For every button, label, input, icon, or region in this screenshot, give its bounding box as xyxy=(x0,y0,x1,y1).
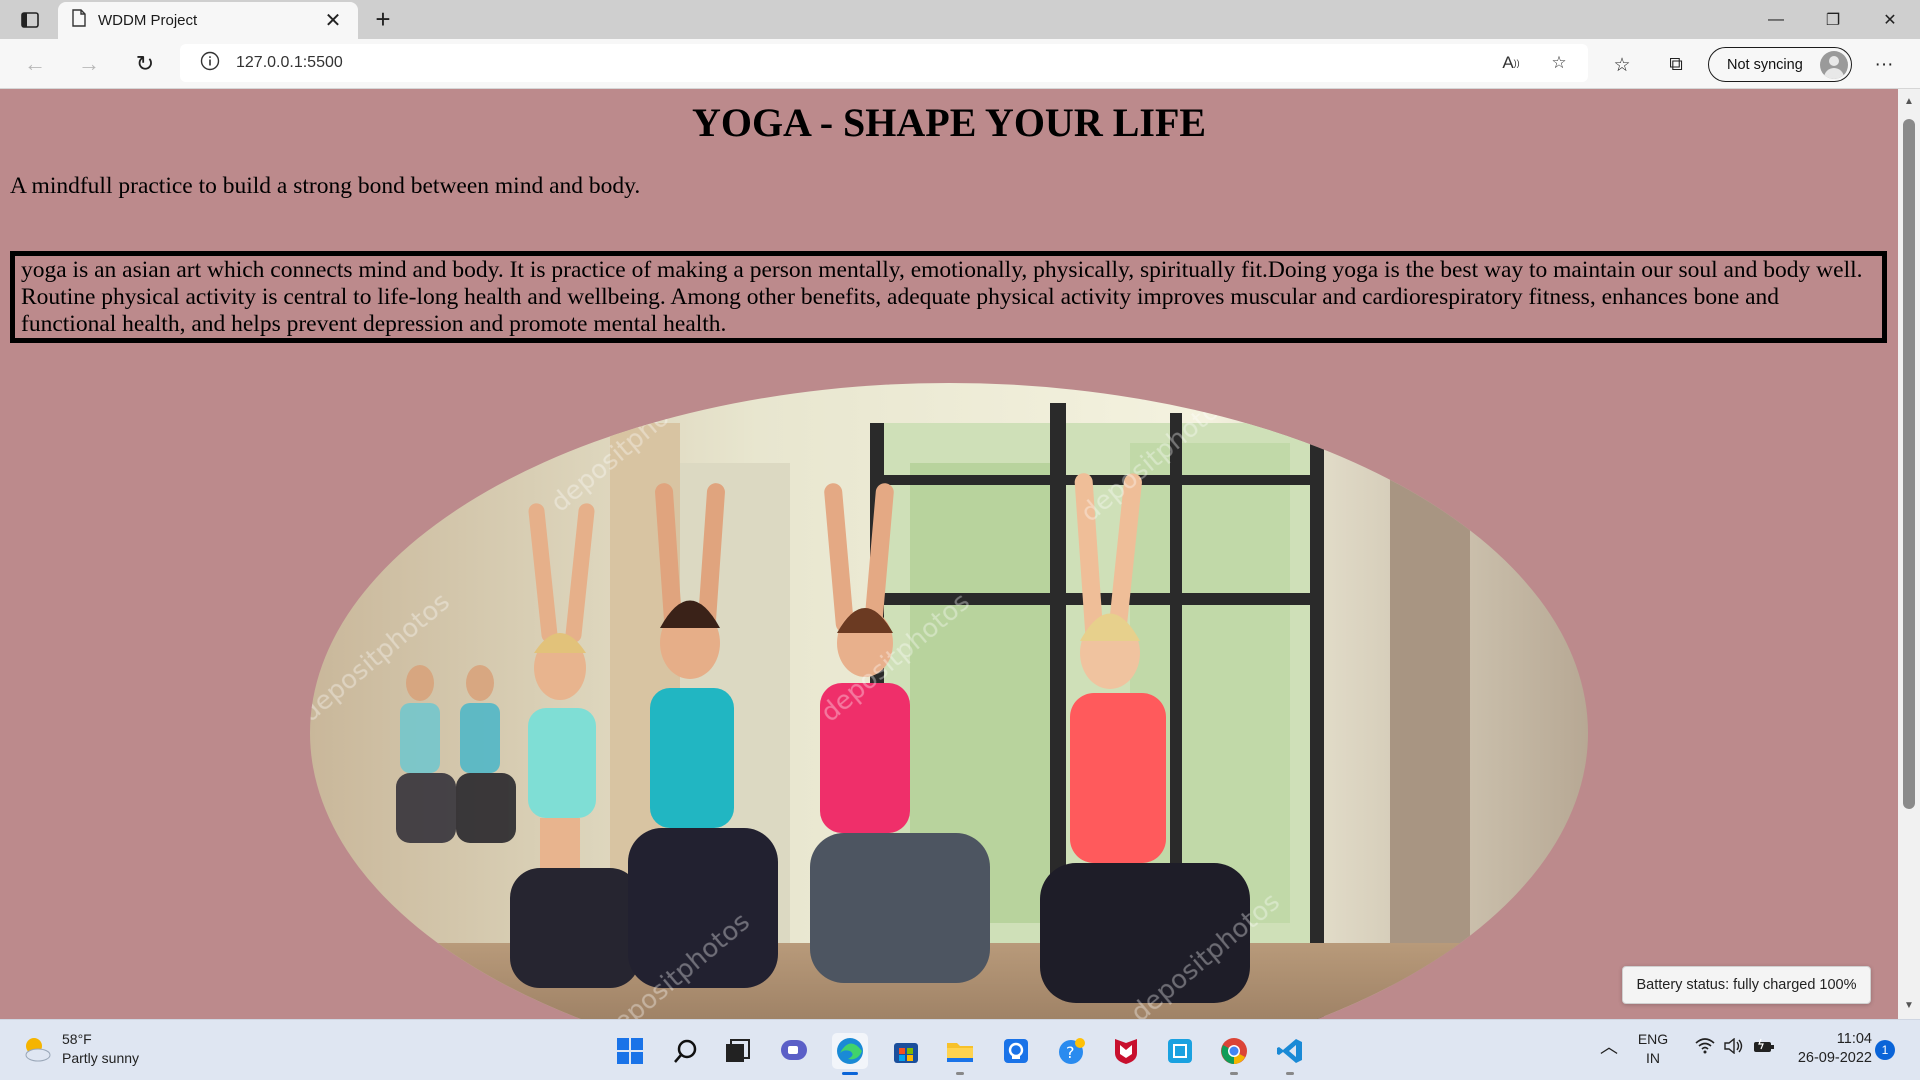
weather-temp: 58°F xyxy=(62,1031,92,1047)
restore-button[interactable]: ❐ xyxy=(1805,0,1861,39)
chat-icon[interactable] xyxy=(776,1033,812,1069)
title-bar: WDDM Project ✕ + — ❐ ✕ xyxy=(0,0,1920,39)
tab-title: WDDM Project xyxy=(98,12,198,29)
page-scrollbar[interactable]: ▲ ▼ xyxy=(1898,89,1920,1019)
app-icon[interactable] xyxy=(1162,1033,1198,1069)
avatar xyxy=(1820,51,1848,79)
language-code: ENG xyxy=(1637,1031,1669,1047)
back-button[interactable]: ← xyxy=(18,48,52,80)
url-text: 127.0.0.1:5500 xyxy=(236,54,343,71)
start-icon[interactable] xyxy=(612,1033,648,1069)
browser-toolbar: ← → ↻ 127.0.0.1:5500 A)) ☆ ☆ ⧉ Not synci… xyxy=(0,39,1920,89)
site-info-icon[interactable] xyxy=(200,51,220,76)
file-explorer-icon[interactable] xyxy=(942,1033,978,1075)
vscode-icon[interactable] xyxy=(1272,1033,1308,1075)
running-indicator xyxy=(1230,1072,1238,1075)
scroll-up-icon[interactable]: ▲ xyxy=(1898,93,1920,111)
tagline: A mindfull practice to build a strong bo… xyxy=(10,173,641,199)
edge-browser-icon[interactable] xyxy=(832,1033,868,1075)
page-icon xyxy=(72,9,86,32)
active-indicator xyxy=(842,1072,858,1075)
store-icon[interactable] xyxy=(888,1033,924,1069)
running-indicator xyxy=(1286,1072,1294,1075)
add-favorite-icon[interactable]: ☆ xyxy=(1544,51,1574,75)
app-icon[interactable] xyxy=(998,1033,1034,1069)
date: 26-09-2022 xyxy=(1797,1050,1872,1066)
search-icon[interactable] xyxy=(668,1033,704,1069)
new-tab-button[interactable]: + xyxy=(368,4,398,34)
sync-label: Not syncing xyxy=(1727,56,1803,73)
clock[interactable]: 11:04 26-09-2022 xyxy=(1782,1030,1872,1068)
forward-button[interactable]: → xyxy=(72,48,106,80)
weather-desc: Partly sunny xyxy=(62,1050,140,1066)
minimize-button[interactable]: — xyxy=(1748,0,1804,39)
scroll-thumb[interactable] xyxy=(1903,119,1915,809)
collections-icon[interactable]: ⧉ xyxy=(1660,51,1692,79)
browser-tab[interactable]: WDDM Project ✕ xyxy=(58,2,358,39)
close-tab-icon[interactable]: ✕ xyxy=(322,8,344,33)
scroll-down-icon[interactable]: ▼ xyxy=(1898,997,1920,1015)
running-indicator xyxy=(956,1072,964,1075)
description-box: yoga is an asian art which connects mind… xyxy=(10,251,1887,343)
read-aloud-icon[interactable]: A)) xyxy=(1496,51,1526,75)
time: 11:04 xyxy=(1836,1031,1872,1047)
more-menu-icon[interactable]: ··· xyxy=(1868,51,1900,79)
svg-text:?: ? xyxy=(1066,1043,1075,1062)
mcafee-icon[interactable] xyxy=(1108,1033,1144,1069)
battery-icon[interactable] xyxy=(1753,1038,1775,1059)
taskbar: 58°F Partly sunny ? ︿ ENG IN 11:04 26-09… xyxy=(0,1019,1920,1080)
wifi-icon[interactable] xyxy=(1695,1038,1715,1059)
close-window-button[interactable]: ✕ xyxy=(1862,0,1918,39)
yoga-scene-illustration: depositphotos depositphotos depositphoto… xyxy=(310,383,1588,1019)
tab-actions-icon[interactable] xyxy=(14,8,46,32)
system-tray[interactable] xyxy=(1690,1037,1780,1059)
page-viewport: YOGA - SHAPE YOUR LIFE A mindfull practi… xyxy=(0,89,1898,1019)
chrome-icon[interactable] xyxy=(1216,1033,1252,1075)
refresh-button[interactable]: ↻ xyxy=(128,48,162,80)
show-hidden-icons[interactable]: ︿ xyxy=(1600,1038,1618,1057)
profile-sync-button[interactable]: Not syncing xyxy=(1708,47,1852,82)
task-view-icon[interactable] xyxy=(720,1033,756,1069)
page-title: YOGA - SHAPE YOUR LIFE xyxy=(691,100,1207,145)
weather-widget[interactable]: 58°F Partly sunny xyxy=(20,1030,139,1068)
battery-status-tooltip: Battery status: fully charged 100% xyxy=(1622,966,1871,1004)
notification-badge[interactable]: 1 xyxy=(1875,1040,1895,1060)
language-indicator[interactable]: ENG IN xyxy=(1636,1030,1670,1068)
partly-sunny-icon xyxy=(20,1033,52,1065)
region-code: IN xyxy=(1646,1050,1660,1066)
volume-icon[interactable] xyxy=(1724,1037,1744,1059)
address-bar[interactable]: 127.0.0.1:5500 A)) ☆ xyxy=(180,44,1588,82)
yoga-class-image: depositphotos depositphotos depositphoto… xyxy=(310,383,1588,1019)
help-icon[interactable]: ? xyxy=(1054,1033,1090,1069)
favorites-icon[interactable]: ☆ xyxy=(1606,51,1638,79)
